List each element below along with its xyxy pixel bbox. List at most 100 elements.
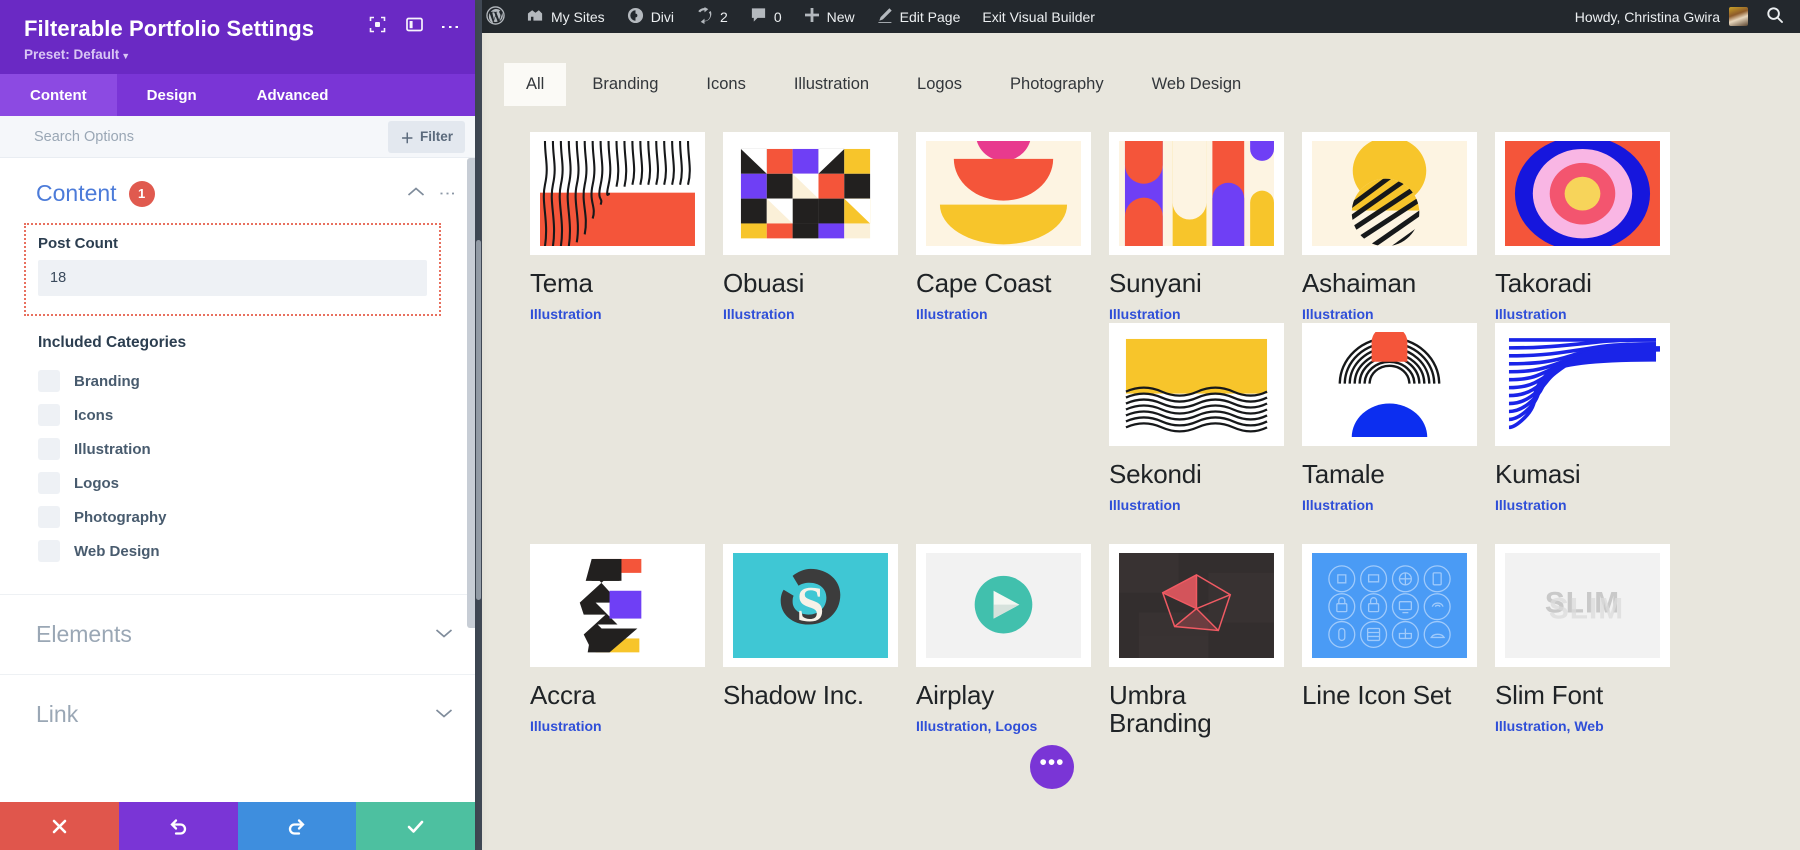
section-header-content[interactable]: Content 1 ⋮ <box>0 158 475 223</box>
resize-grip[interactable] <box>476 240 481 600</box>
undo-button[interactable] <box>119 802 238 850</box>
portfolio-item-kumasi[interactable]: Kumasi Illustration <box>1495 323 1670 514</box>
tab-content[interactable]: Content <box>0 74 117 116</box>
admin-bar-updates[interactable]: 2 <box>685 0 739 33</box>
portfolio-item-categories[interactable]: Illustration <box>1109 497 1284 514</box>
redo-button[interactable] <box>238 802 357 850</box>
portfolio-item-categories[interactable]: Illustration <box>1302 497 1477 514</box>
save-button[interactable] <box>356 802 475 850</box>
portfolio-filter-photography[interactable]: Photography <box>988 63 1126 106</box>
filter-button[interactable]: ＋ Filter <box>388 121 465 153</box>
portfolio-item-categories[interactable]: Illustration <box>1302 306 1477 323</box>
portfolio-thumbnail[interactable]: SLIM SLIM <box>1495 544 1670 667</box>
category-row-web-design[interactable]: Web Design <box>38 534 451 568</box>
portfolio-item-line-icon-set[interactable]: Line Icon Set <box>1302 514 1477 746</box>
portfolio-filter-all[interactable]: All <box>504 63 566 106</box>
portfolio-thumbnail[interactable] <box>916 544 1091 667</box>
portfolio-thumbnail[interactable]: S <box>723 544 898 667</box>
checkbox-web-design[interactable] <box>38 540 60 562</box>
portfolio-thumbnail[interactable] <box>1109 132 1284 255</box>
search-icon[interactable] <box>1760 6 1800 27</box>
category-row-branding[interactable]: Branding <box>38 364 451 398</box>
tab-design[interactable]: Design <box>117 74 227 116</box>
portfolio-filter-web-design[interactable]: Web Design <box>1130 63 1264 106</box>
portfolio-item-categories[interactable]: Illustration <box>1495 306 1670 323</box>
portfolio-item-cape-coast[interactable]: Cape Coast Illustration <box>916 132 1091 323</box>
focus-target-icon[interactable] <box>369 16 386 38</box>
portfolio-thumbnail[interactable] <box>1109 323 1284 446</box>
panel-layout-icon[interactable] <box>406 16 423 38</box>
portfolio-item-umbra-branding[interactable]: Umbra Branding <box>1109 514 1284 746</box>
portfolio-thumbnail[interactable] <box>1495 323 1670 446</box>
portfolio-item-airplay[interactable]: Airplay Illustration, Logos <box>916 514 1091 746</box>
portfolio-item-categories[interactable]: Illustration <box>530 306 705 323</box>
portfolio-filter-icons[interactable]: Icons <box>684 63 767 106</box>
portfolio-item-categories[interactable]: Illustration, Logos <box>916 718 1091 735</box>
checkbox-illustration[interactable] <box>38 438 60 460</box>
portfolio-item-categories[interactable]: Illustration <box>723 306 898 323</box>
chevron-down-icon[interactable] <box>435 706 453 724</box>
portfolio-item-obuasi[interactable]: Obuasi Illustration <box>723 132 898 323</box>
category-row-icons[interactable]: Icons <box>38 398 451 432</box>
preset-selector[interactable]: Preset: Default▼ <box>24 47 451 62</box>
admin-bar-comments[interactable]: 0 <box>739 0 793 33</box>
settings-scrollbar[interactable] <box>467 158 473 802</box>
portfolio-item-categories[interactable]: Illustration, Web <box>1495 718 1670 735</box>
post-count-input[interactable] <box>38 260 427 296</box>
admin-bar-howdy[interactable]: Howdy, Christina Gwira <box>1563 0 1760 33</box>
more-vertical-icon[interactable]: ⋮ <box>443 17 457 37</box>
svg-text:SLIM: SLIM <box>1549 592 1624 625</box>
admin-bar-divi[interactable]: Divi <box>616 0 685 33</box>
tab-advanced[interactable]: Advanced <box>227 74 359 116</box>
section-header-elements[interactable]: Elements <box>0 594 475 674</box>
portfolio-thumbnail[interactable] <box>916 132 1091 255</box>
portfolio-item-accra[interactable]: Accra Illustration <box>530 514 705 746</box>
portfolio-item-ashaiman[interactable]: Ashaiman Illustration <box>1302 132 1477 323</box>
portfolio-item-categories[interactable]: Illustration <box>1495 497 1670 514</box>
category-row-logos[interactable]: Logos <box>38 466 451 500</box>
checkbox-icons[interactable] <box>38 404 60 426</box>
portfolio-filter-logos[interactable]: Logos <box>895 63 984 106</box>
preset-label: Preset: Default <box>24 47 119 62</box>
portfolio-item-categories[interactable]: Illustration <box>916 306 1091 323</box>
portfolio-thumbnail[interactable] <box>723 132 898 255</box>
admin-bar-edit-page[interactable]: Edit Page <box>866 0 972 33</box>
section-header-link[interactable]: Link <box>0 674 475 754</box>
section-more-icon[interactable]: ⋮ <box>441 185 453 202</box>
search-input[interactable] <box>34 129 388 145</box>
checkbox-branding[interactable] <box>38 370 60 392</box>
scrollbar-thumb[interactable] <box>467 158 475 628</box>
admin-bar-my-sites[interactable]: My Sites <box>516 0 616 33</box>
chevron-down-icon[interactable] <box>435 626 453 644</box>
admin-bar-new[interactable]: New <box>793 0 866 33</box>
portfolio-item-sunyani[interactable]: Sunyani Illustration <box>1109 132 1284 323</box>
portfolio-item-tema[interactable]: Tema Illustration <box>530 132 705 323</box>
panel-resize-handle[interactable] <box>475 0 482 850</box>
portfolio-item-title: Slim Font <box>1495 681 1670 709</box>
admin-bar-exit-visual-builder[interactable]: Exit Visual Builder <box>971 0 1106 33</box>
more-horizontal-icon[interactable]: ••• <box>1030 745 1074 789</box>
checkbox-logos[interactable] <box>38 472 60 494</box>
portfolio-thumbnail[interactable] <box>1495 132 1670 255</box>
chevron-up-icon[interactable] <box>407 185 425 203</box>
portfolio-thumbnail[interactable] <box>1302 323 1477 446</box>
portfolio-thumbnail[interactable] <box>1302 132 1477 255</box>
artwork-obuasi <box>733 141 888 246</box>
portfolio-thumbnail[interactable] <box>1109 544 1284 667</box>
portfolio-item-sekondi[interactable]: Sekondi Illustration <box>1109 323 1284 514</box>
portfolio-item-categories[interactable]: Illustration <box>1109 306 1284 323</box>
portfolio-item-takoradi[interactable]: Takoradi Illustration <box>1495 132 1670 323</box>
category-row-photography[interactable]: Photography <box>38 500 451 534</box>
portfolio-thumbnail[interactable] <box>1302 544 1477 667</box>
portfolio-thumbnail[interactable] <box>530 132 705 255</box>
portfolio-thumbnail[interactable] <box>530 544 705 667</box>
category-row-illustration[interactable]: Illustration <box>38 432 451 466</box>
cancel-button[interactable] <box>0 802 119 850</box>
portfolio-item-shadow-inc[interactable]: S Shadow Inc. <box>723 514 898 746</box>
portfolio-filter-illustration[interactable]: Illustration <box>772 63 891 106</box>
portfolio-item-slim-font[interactable]: SLIM SLIM Slim Font Illustration, Web <box>1495 514 1670 746</box>
portfolio-item-tamale[interactable]: Tamale Illustration <box>1302 323 1477 514</box>
checkbox-photography[interactable] <box>38 506 60 528</box>
portfolio-filter-branding[interactable]: Branding <box>570 63 680 106</box>
portfolio-item-categories[interactable]: Illustration <box>530 718 705 735</box>
